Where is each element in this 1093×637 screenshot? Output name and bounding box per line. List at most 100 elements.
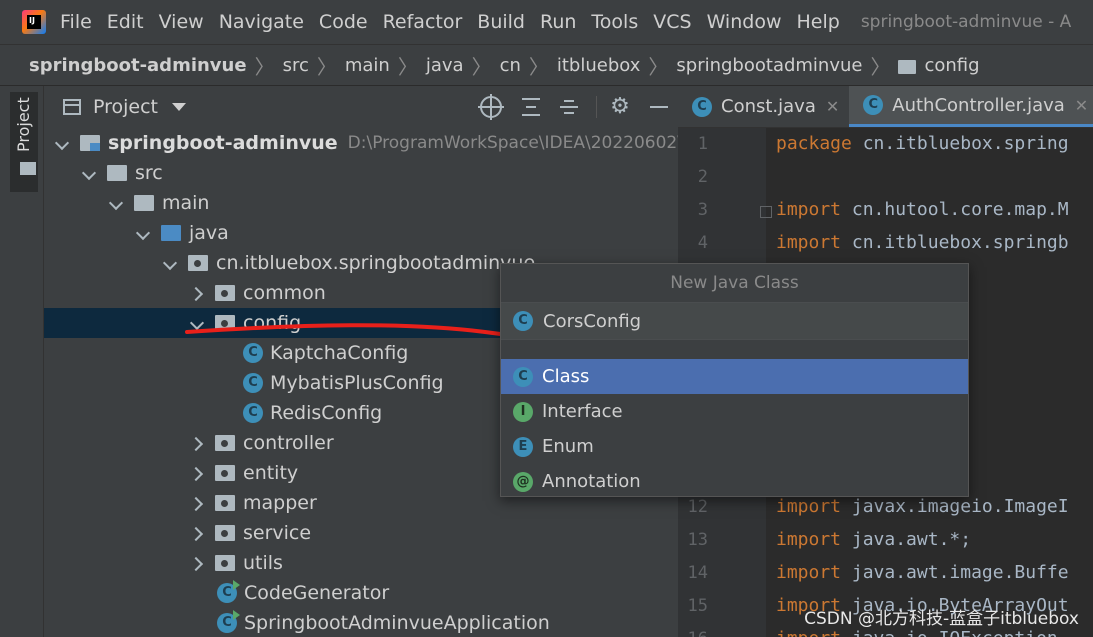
breadcrumb-item-config[interactable]: config [924, 55, 979, 76]
menu-tools[interactable]: Tools [591, 11, 638, 33]
code-keyword: import [776, 232, 842, 253]
tree-node-label: SpringbootAdminvueApplication [244, 612, 550, 634]
code-line[interactable]: import java.io.IOException [776, 628, 1058, 637]
tree-node-label: src [135, 162, 163, 184]
breadcrumb-item-main[interactable]: main [345, 55, 390, 76]
chevron-right-icon[interactable] [191, 286, 205, 300]
code-text: cn.itbluebox.springb [841, 232, 1069, 253]
breadcrumb-item-java[interactable]: java [426, 55, 464, 76]
popup-title: New Java Class [670, 273, 799, 293]
intellij-logo-icon[interactable]: IJ [22, 10, 46, 34]
menu-refactor[interactable]: Refactor [383, 11, 463, 33]
breadcrumb-item-src[interactable]: src [283, 55, 309, 76]
menu-navigate[interactable]: Navigate [219, 11, 304, 33]
tree-node-label: controller [243, 432, 334, 454]
chevron-right-icon[interactable] [191, 466, 205, 480]
chevron-down-icon[interactable] [137, 226, 151, 240]
breadcrumb-item-project[interactable]: springboot-adminvue [29, 55, 247, 76]
collapse-all-icon[interactable] [558, 96, 580, 118]
hide-icon[interactable] [648, 96, 670, 118]
kind-item-annotation[interactable]: @ Annotation [501, 464, 968, 499]
code-text: java.awt.image.Buffe [841, 562, 1069, 583]
tree-node-label: common [243, 282, 326, 304]
chevron-right-icon[interactable] [191, 526, 205, 540]
tree-node-main[interactable]: main [44, 188, 678, 218]
class-icon: C [513, 366, 533, 387]
class-name-value[interactable]: CorsConfig [543, 311, 641, 332]
tab-authcontroller-java[interactable]: C AuthController.java ✕ [849, 86, 1093, 127]
package-icon [215, 555, 235, 571]
project-window-icon [63, 99, 81, 115]
tree-node-label: KaptchaConfig [270, 342, 409, 364]
editor-tab-bar: C Const.java ✕ C AuthController.java ✕ [678, 86, 1093, 128]
kind-item-class[interactable]: C Class [501, 359, 968, 394]
tree-node-utils[interactable]: utils [44, 548, 678, 578]
menu-run[interactable]: Run [540, 11, 576, 33]
project-stripe-label[interactable]: Project [14, 97, 33, 152]
menu-code[interactable]: Code [319, 11, 368, 33]
project-panel-title[interactable]: Project [93, 96, 158, 118]
line-number: 13 [687, 530, 708, 550]
class-icon: C [513, 311, 533, 331]
menu-vcs[interactable]: VCS [653, 11, 691, 33]
tree-node-label: CodeGenerator [244, 582, 390, 604]
close-icon[interactable]: ✕ [826, 97, 839, 116]
tab-label: AuthController.java [892, 94, 1065, 116]
code-line[interactable]: import java.awt.image.Buffe [776, 562, 1069, 583]
chevron-down-icon[interactable] [110, 196, 124, 210]
chevron-right-icon[interactable] [191, 496, 205, 510]
fold-icon[interactable] [760, 206, 772, 218]
runnable-class-icon: C [217, 580, 240, 603]
chevron-down-icon[interactable] [191, 316, 205, 330]
tree-node-label: utils [243, 552, 283, 574]
tree-node-codegenerator[interactable]: C CodeGenerator [44, 578, 678, 608]
menu-build[interactable]: Build [477, 11, 525, 33]
menu-window[interactable]: Window [707, 11, 782, 33]
line-number: 12 [687, 497, 708, 517]
chevron-right-icon[interactable] [191, 436, 205, 450]
chevron-right-icon[interactable] [191, 556, 205, 570]
menu-view[interactable]: View [159, 11, 204, 33]
close-icon[interactable]: ✕ [1075, 96, 1088, 115]
line-number: 15 [687, 596, 708, 616]
breadcrumb-item-cn[interactable]: cn [500, 55, 521, 76]
breadcrumb-item-itbluebox[interactable]: itbluebox [557, 55, 641, 76]
tree-node-label: springboot-adminvue [108, 132, 338, 154]
class-name-input[interactable]: C CorsConfig [501, 302, 968, 340]
expand-all-icon[interactable] [520, 96, 542, 118]
class-icon: C [692, 96, 712, 117]
breadcrumb-item-springbootadminvue[interactable]: springbootadminvue [676, 55, 862, 76]
kind-item-enum[interactable]: E Enum [501, 429, 968, 464]
project-folder-icon [80, 135, 100, 151]
window-title: springboot-adminvue - A [860, 12, 1072, 32]
code-line[interactable]: import cn.hutool.core.map.M [776, 199, 1069, 220]
menu-help[interactable]: Help [796, 11, 839, 33]
menu-edit[interactable]: Edit [107, 11, 144, 33]
chevron-down-icon[interactable] [56, 136, 70, 150]
code-line[interactable]: import java.awt.*; [776, 529, 971, 550]
chevron-down-icon[interactable] [164, 256, 178, 270]
tree-node-label: main [162, 192, 210, 214]
package-icon [215, 435, 235, 451]
tree-node-service[interactable]: service [44, 518, 678, 548]
tab-const-java[interactable]: C Const.java ✕ [678, 86, 849, 127]
tree-node-src[interactable]: src [44, 158, 678, 188]
code-line[interactable]: import javax.imageio.ImageI [776, 496, 1069, 517]
kind-item-interface[interactable]: I Interface [501, 394, 968, 429]
menu-file[interactable]: File [60, 11, 92, 33]
chevron-down-icon[interactable] [172, 103, 187, 111]
code-line[interactable]: import cn.itbluebox.springb [776, 232, 1069, 253]
gear-icon[interactable]: ⚙ [609, 96, 631, 118]
chevron-down-icon[interactable] [83, 166, 97, 180]
breadcrumb-separator-icon: 〉 [397, 54, 418, 79]
code-line[interactable]: package cn.itbluebox.spring [776, 133, 1069, 154]
tree-node-java[interactable]: java [44, 218, 678, 248]
locate-icon[interactable] [478, 94, 504, 120]
tree-node-application[interactable]: C SpringbootAdminvueApplication [44, 608, 678, 637]
project-panel-header: Project ⚙ [44, 86, 678, 128]
watermark: CSDN @北方科技-蓝盒子itbluebox [804, 609, 1079, 629]
class-icon: C [243, 373, 263, 393]
tree-node-project[interactable]: springboot-adminvue D:\ProgramWorkSpace\… [44, 128, 678, 158]
folder-icon [134, 195, 154, 211]
breadcrumb-separator-icon: 〉 [254, 54, 275, 79]
